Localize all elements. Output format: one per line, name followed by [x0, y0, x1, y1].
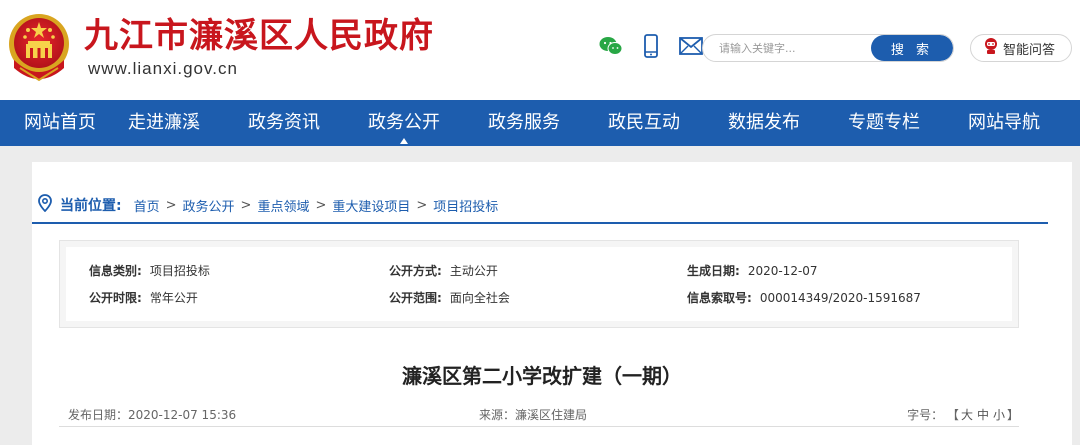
info-index: 信息索取号: 000014349/2020-1591687	[687, 290, 921, 306]
breadcrumb-item-major-projects[interactable]: 重大建设项目	[332, 196, 410, 215]
location-pin-icon	[38, 194, 52, 216]
nav-item-home[interactable]: 网站首页	[0, 100, 104, 146]
nav-label: 网站首页	[24, 112, 96, 133]
bracket-open: 【	[946, 408, 959, 422]
info-value: 面向全社会	[449, 291, 510, 305]
breadcrumb-item-home[interactable]: 首页	[134, 196, 160, 215]
article-meta: 发布日期：2020-12-07 15:36 来源：濂溪区住建局 字号： 【大中小…	[59, 405, 1019, 425]
breadcrumb-separator: >	[315, 197, 327, 213]
breadcrumb-item-open-government[interactable]: 政务公开	[183, 196, 235, 215]
header-icon-group	[598, 33, 704, 59]
nav-label: 政务资讯	[248, 112, 320, 133]
breadcrumb-separator: >	[240, 197, 252, 213]
site-url: www.lianxi.gov.cn	[88, 59, 238, 78]
robot-icon	[983, 37, 999, 59]
nav-item-services[interactable]: 政务服务	[464, 100, 584, 146]
breadcrumb-item-key-areas[interactable]: 重点领域	[257, 196, 309, 215]
content-panel: 当前位置: 首页 > 政务公开 > 重点领域 > 重大建设项目 > 项目招投标 …	[32, 162, 1072, 445]
nav-item-news[interactable]: 政务资讯	[224, 100, 344, 146]
nav-label: 政民互动	[608, 112, 680, 133]
font-size-medium[interactable]: 中	[977, 408, 989, 422]
nav-item-data[interactable]: 数据发布	[704, 100, 824, 146]
breadcrumb-label: 当前位置:	[60, 198, 122, 214]
nav-label: 政务服务	[488, 112, 560, 133]
breadcrumb-divider	[32, 222, 1048, 224]
info-key: 公开时限:	[89, 291, 142, 305]
info-value: 项目招投标	[149, 264, 210, 278]
nav-label: 专题专栏	[848, 112, 920, 133]
font-size-label: 字号：	[907, 408, 944, 422]
site-header: 九江市濂溪区人民政府 www.lianxi.gov.cn 请输入关键字... 搜…	[0, 0, 1080, 100]
info-key: 信息索取号:	[687, 291, 752, 305]
info-key: 生成日期:	[687, 264, 740, 278]
nav-item-sitemap[interactable]: 网站导航	[944, 100, 1064, 146]
national-emblem-icon	[9, 14, 69, 82]
info-table: 信息类别: 项目招投标 公开方式: 主动公开 生成日期: 2020-12-07 公开时…	[59, 240, 1019, 328]
breadcrumb: 当前位置: 首页 > 政务公开 > 重点领域 > 重大建设项目 > 项目招投标	[38, 193, 498, 217]
search-input[interactable]	[703, 35, 873, 61]
publish-date: 发布日期：2020-12-07 15:36	[68, 408, 237, 422]
font-size-small[interactable]: 小	[993, 408, 1005, 422]
nav-label: 政务公开	[368, 112, 440, 133]
nav-item-about[interactable]: 走进濂溪	[104, 100, 224, 146]
info-value: 主动公开	[449, 264, 498, 278]
info-key: 信息类别:	[89, 264, 142, 278]
site-title: 九江市濂溪区人民政府	[84, 16, 434, 56]
mobile-icon[interactable]	[638, 33, 664, 59]
info-value: 常年公开	[149, 291, 198, 305]
breadcrumb-separator: >	[416, 197, 428, 213]
info-scope: 公开范围: 面向全社会	[389, 290, 510, 306]
info-category: 信息类别: 项目招投标	[89, 263, 210, 279]
main-nav: 网站首页 走进濂溪 政务资讯 政务公开 政务服务 政民互动 数据发布 专题专栏 …	[0, 100, 1080, 146]
mail-icon[interactable]	[678, 33, 704, 59]
nav-label: 走进濂溪	[128, 112, 200, 133]
font-size-large[interactable]: 大	[961, 408, 973, 422]
breadcrumb-item-bidding[interactable]: 项目招投标	[433, 196, 498, 215]
info-value: 2020-12-07	[747, 264, 818, 278]
wechat-icon[interactable]	[598, 33, 624, 59]
nav-label: 网站导航	[968, 112, 1040, 133]
info-period: 公开时限: 常年公开	[89, 290, 198, 306]
nav-item-open-government[interactable]: 政务公开	[344, 100, 464, 146]
smart-qa-button[interactable]: 智能问答	[970, 34, 1072, 62]
info-key: 公开方式:	[389, 264, 442, 278]
info-created: 生成日期: 2020-12-07	[687, 263, 818, 279]
meta-divider	[59, 426, 1019, 427]
bracket-close: 】	[1006, 408, 1019, 422]
info-value: 000014349/2020-1591687	[759, 291, 921, 305]
nav-label: 数据发布	[728, 112, 800, 133]
search-box: 搜 索	[702, 34, 954, 62]
smart-qa-label: 智能问答	[1003, 42, 1056, 58]
info-method: 公开方式: 主动公开	[389, 263, 498, 279]
article-title: 濂溪区第二小学改扩建（一期）	[402, 364, 682, 388]
info-key: 公开范围:	[389, 291, 442, 305]
info-table-inner: 信息类别: 项目招投标 公开方式: 主动公开 生成日期: 2020-12-07 公开时…	[66, 247, 1012, 321]
active-caret-icon	[400, 138, 408, 144]
search-button[interactable]: 搜 索	[871, 35, 953, 61]
breadcrumb-separator: >	[165, 197, 177, 213]
nav-item-interaction[interactable]: 政民互动	[584, 100, 704, 146]
article-source: 来源：濂溪区住建局	[479, 408, 588, 422]
nav-item-topics[interactable]: 专题专栏	[824, 100, 944, 146]
font-size-control: 字号： 【大中小】	[907, 405, 1019, 425]
